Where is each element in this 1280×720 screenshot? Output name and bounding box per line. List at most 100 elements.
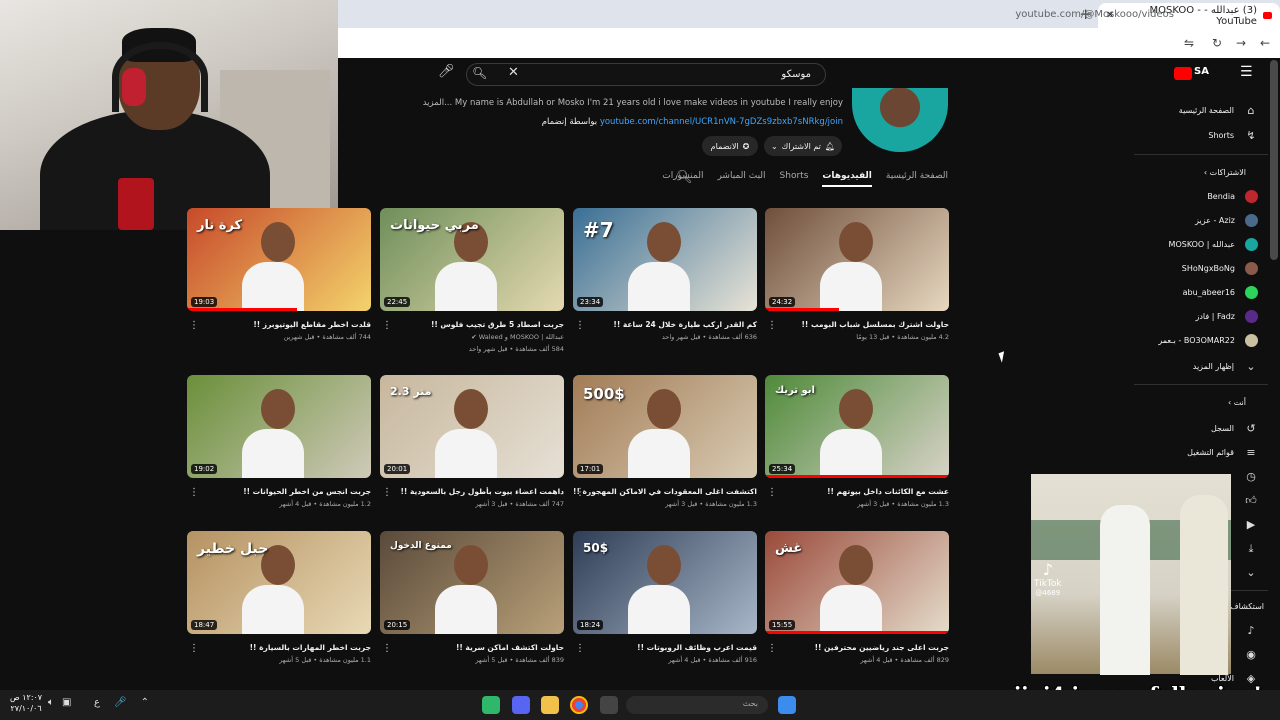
reload-icon[interactable]: ↻: [1212, 36, 1222, 50]
mic-icon[interactable]: 🎤︎: [438, 64, 455, 79]
sidebar-item-more[interactable]: ⌄: [1244, 566, 1258, 579]
sidebar-item-history[interactable]: ↺ السجل: [1211, 422, 1258, 435]
video-title[interactable]: كم القدر اركب طيارة خلال 24 ساعة !!: [573, 320, 757, 329]
channel-search-icon[interactable]: 🔍︎: [676, 170, 693, 185]
more-options-icon[interactable]: ⋮: [189, 487, 199, 498]
video-title[interactable]: اكتشفت اغلى المعقودات في الاماكن المهجور…: [573, 487, 757, 496]
back-icon[interactable]: ←: [1260, 36, 1270, 50]
chrome-icon[interactable]: [570, 696, 588, 714]
video-card[interactable]: 2.3 متر 20:01 داهمت اعضاء بيوت بأطول رجل ب…: [380, 375, 564, 508]
sidebar-item-liked[interactable]: 👍︎: [1244, 494, 1258, 507]
sidebar-subscription[interactable]: SHoNgxBoNg: [1182, 262, 1258, 275]
sidebar-item-live[interactable]: ◉: [1244, 648, 1258, 661]
tab-videos[interactable]: الفيديوهات: [822, 171, 872, 187]
video-thumbnail[interactable]: 24:32: [765, 208, 949, 311]
video-thumbnail[interactable]: 500$ 17:01: [573, 375, 757, 478]
more-options-icon[interactable]: ⋮: [575, 643, 585, 654]
forward-icon[interactable]: →: [1236, 36, 1246, 50]
search-icon[interactable]: 🔍︎: [472, 66, 487, 80]
join-button[interactable]: ✪ الانضمام: [702, 136, 758, 156]
sidebar-subscription[interactable]: abu_abeer16: [1183, 286, 1258, 299]
url-field[interactable]: youtube.com/@Moskooo/videos: [1015, 9, 1174, 20]
video-thumbnail[interactable]: ممنوع الدخول 20:15: [380, 531, 564, 634]
sidebar-subscription[interactable]: Aziz - عزيز: [1195, 214, 1258, 227]
sidebar-subscription[interactable]: Fadz | فادز: [1195, 310, 1258, 323]
more-options-icon[interactable]: ⋮: [767, 320, 777, 331]
tab-shorts[interactable]: Shorts: [780, 171, 809, 187]
menu-icon[interactable]: ☰: [1240, 64, 1253, 80]
site-settings-icon[interactable]: ⇋: [1184, 36, 1194, 50]
youtube-logo-icon[interactable]: [1174, 67, 1192, 80]
sidebar-item-shorts[interactable]: ↯ Shorts: [1208, 129, 1258, 142]
sidebar-item-home[interactable]: ⌂ الصفحة الرئيسية: [1179, 104, 1258, 117]
sidebar-item-your-videos[interactable]: ▶: [1244, 518, 1258, 531]
app-icon[interactable]: [482, 696, 500, 714]
video-thumbnail[interactable]: 19:02: [187, 375, 371, 478]
more-options-icon[interactable]: ⋮: [767, 487, 777, 498]
channel-join-link[interactable]: youtube.com/channel/UCR1nVN-7gDZs9zbxb7s…: [600, 117, 843, 127]
more-options-icon[interactable]: ⋮: [382, 487, 392, 498]
subscribed-button[interactable]: 🔔︎ تم الاشتراك ⌄: [764, 136, 842, 156]
video-title[interactable]: حاولت اشترك بمسلسل شباب البومب !!: [765, 320, 949, 329]
mic-tray-icon[interactable]: 🎤︎: [114, 697, 127, 708]
video-thumbnail[interactable]: 50$ 18:24: [573, 531, 757, 634]
video-title[interactable]: حاولت اكتشف اماكن سرية !!: [380, 643, 564, 652]
file-explorer-icon[interactable]: [541, 696, 559, 714]
task-view-icon[interactable]: [600, 696, 618, 714]
video-thumbnail[interactable]: 2.3 متر 20:01: [380, 375, 564, 478]
video-thumbnail[interactable]: كرة نار 19:03: [187, 208, 371, 311]
chevron-up-icon[interactable]: ⌃: [141, 697, 149, 708]
video-card[interactable]: 19:02 جربت انجس من اخطر الحيوانات !! 1.2 م…: [187, 375, 371, 508]
more-options-icon[interactable]: ⋮: [189, 643, 199, 654]
video-title[interactable]: قلدت اخطر مقاطع اليوتيوبرز !!: [187, 320, 371, 329]
taskbar-clock[interactable]: ١٢:٠٧ ص ٢٧/١٠/٠٦: [10, 692, 42, 714]
video-thumbnail[interactable]: جبل خطير 18:47: [187, 531, 371, 634]
sidebar-subscription[interactable]: BO3OMAR22 - بـعمر: [1158, 334, 1258, 347]
video-card[interactable]: 500$ 17:01 اكتشفت اغلى المعقودات في الاماك…: [573, 375, 757, 508]
video-title[interactable]: جربت اخطر المهارات بالسيارة !!: [187, 643, 371, 652]
video-title[interactable]: جربت اعلى جند رياضيين محترفين !!: [765, 643, 949, 652]
sidebar-subscription[interactable]: عبدالله | MOSKOO: [1169, 238, 1258, 251]
video-thumbnail[interactable]: #7 23:34: [573, 208, 757, 311]
more-options-icon[interactable]: ⋮: [575, 487, 585, 498]
video-card[interactable]: مربي حيوانات 22:45 جربت اصطاد 5 طرق تجيب ف…: [380, 208, 564, 353]
input-language[interactable]: ع: [94, 697, 100, 708]
speaker-icon[interactable]: 🔈︎: [48, 697, 54, 708]
search-input[interactable]: موسكو: [466, 63, 826, 86]
sidebar-subscription[interactable]: Bendia: [1207, 190, 1258, 203]
video-card[interactable]: 50$ 18:24 قيمت اعرب وظائف الروبوتات !! 916 …: [573, 531, 757, 664]
video-card[interactable]: ممنوع الدخول 20:15 حاولت اكتشف اماكن سرية …: [380, 531, 564, 664]
you-heading[interactable]: أنت ›: [1228, 398, 1246, 407]
video-title[interactable]: عشت مع الكائنات داخل بيوتهم !!: [765, 487, 949, 496]
more-options-icon[interactable]: ⋮: [189, 320, 199, 331]
sidebar-item-watch-later[interactable]: ◷: [1244, 470, 1258, 483]
video-card[interactable]: كرة نار 19:03 قلدت اخطر مقاطع اليوتيوبرز !…: [187, 208, 371, 341]
tab-home[interactable]: الصفحة الرئيسية: [886, 171, 948, 187]
taskbar-search[interactable]: بحث: [626, 696, 768, 714]
scrollbar[interactable]: [1270, 60, 1278, 260]
video-thumbnail[interactable]: ابو تريك 25:34: [765, 375, 949, 478]
windows-start-icon[interactable]: [778, 696, 796, 714]
video-card[interactable]: 24:32 حاولت اشترك بمسلسل شباب البومب !! 4.…: [765, 208, 949, 341]
more-options-icon[interactable]: ⋮: [575, 320, 585, 331]
sidebar-item-music[interactable]: ♪: [1244, 624, 1258, 637]
more-options-icon[interactable]: ⋮: [767, 643, 777, 654]
sidebar-item-downloads[interactable]: ⤓: [1244, 542, 1258, 556]
channel-description[interactable]: My name is Abdullah or Mosko I'm 21 year…: [423, 98, 843, 108]
more-options-icon[interactable]: ⋮: [382, 643, 392, 654]
video-thumbnail[interactable]: غش 15:55: [765, 531, 949, 634]
video-card[interactable]: #7 23:34 كم القدر اركب طيارة خلال 24 ساعة …: [573, 208, 757, 341]
more-options-icon[interactable]: ⋮: [382, 320, 392, 331]
channel-avatar[interactable]: [852, 88, 948, 152]
video-title[interactable]: جربت اصطاد 5 طرق تجيب فلوس !!: [380, 320, 564, 329]
video-title[interactable]: داهمت اعضاء بيوت بأطول رجل بالسعودية !!: [380, 487, 565, 496]
video-card[interactable]: جبل خطير 18:47 جربت اخطر المهارات بالسيارة…: [187, 531, 371, 664]
discord-icon[interactable]: [512, 696, 530, 714]
show-more-button[interactable]: ⌄ إظهار المزيد: [1193, 360, 1258, 373]
video-card[interactable]: ابو تريك 25:34 عشت مع الكائنات داخل بيوتهم…: [765, 375, 949, 508]
video-thumbnail[interactable]: مربي حيوانات 22:45: [380, 208, 564, 311]
sidebar-item-playlists[interactable]: ≡ قوائم التشغيل: [1187, 446, 1258, 459]
video-title[interactable]: قيمت اعرب وظائف الروبوتات !!: [573, 643, 757, 652]
video-card[interactable]: غش 15:55 جربت اعلى جند رياضيين محترفين !! 8…: [765, 531, 949, 664]
network-icon[interactable]: ▣: [62, 697, 71, 708]
